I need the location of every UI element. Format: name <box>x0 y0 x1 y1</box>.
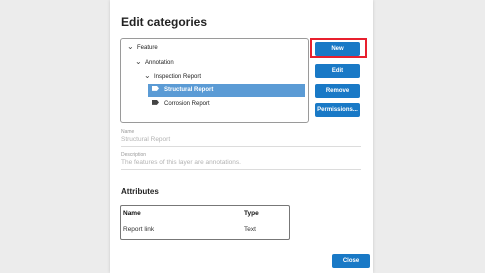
chevron-down-icon[interactable]: ⌄ <box>144 69 154 82</box>
name-field-label: Name <box>121 129 135 135</box>
tag-icon <box>152 85 159 91</box>
tree-node-label: Annotation <box>145 60 174 66</box>
column-header-name: Name <box>123 210 141 217</box>
tree-node-structural-report[interactable]: Structural Report <box>152 84 213 97</box>
close-button[interactable]: Close <box>332 254 370 268</box>
name-field[interactable]: Structural Report <box>121 136 170 143</box>
tree-node-label: Feature <box>137 45 158 51</box>
attributes-heading: Attributes <box>121 187 159 196</box>
attributes-table <box>120 205 290 240</box>
tree-node-inspection-report[interactable]: ⌄ Inspection Report <box>144 69 201 82</box>
column-header-type: Type <box>244 210 259 217</box>
edit-button[interactable]: Edit <box>315 64 360 78</box>
tree-node-label: Structural Report <box>164 87 214 93</box>
tree-node-corrosion-report[interactable]: Corrosion Report <box>152 98 210 111</box>
tree-node-feature[interactable]: ⌄ Feature <box>127 40 158 53</box>
chevron-down-icon[interactable]: ⌄ <box>135 55 145 68</box>
chevron-down-icon[interactable]: ⌄ <box>127 40 137 53</box>
description-field-label: Description <box>121 152 147 158</box>
table-row-type[interactable]: Text <box>244 226 256 233</box>
description-field[interactable]: The features of this layer are annotatio… <box>121 159 241 166</box>
permissions-button[interactable]: Permissions... <box>315 103 360 117</box>
description-field-underline <box>121 169 361 170</box>
name-field-underline <box>121 146 361 147</box>
dialog-title: Edit categories <box>121 15 208 29</box>
tree-node-label: Inspection Report <box>154 74 202 80</box>
tree-node-annotation[interactable]: ⌄ Annotation <box>135 55 174 68</box>
table-row-name[interactable]: Report link <box>123 226 154 233</box>
tree-node-label: Corrosion Report <box>164 101 210 107</box>
remove-button[interactable]: Remove <box>315 84 360 98</box>
new-button-highlight <box>310 38 367 58</box>
tag-icon <box>152 99 159 105</box>
